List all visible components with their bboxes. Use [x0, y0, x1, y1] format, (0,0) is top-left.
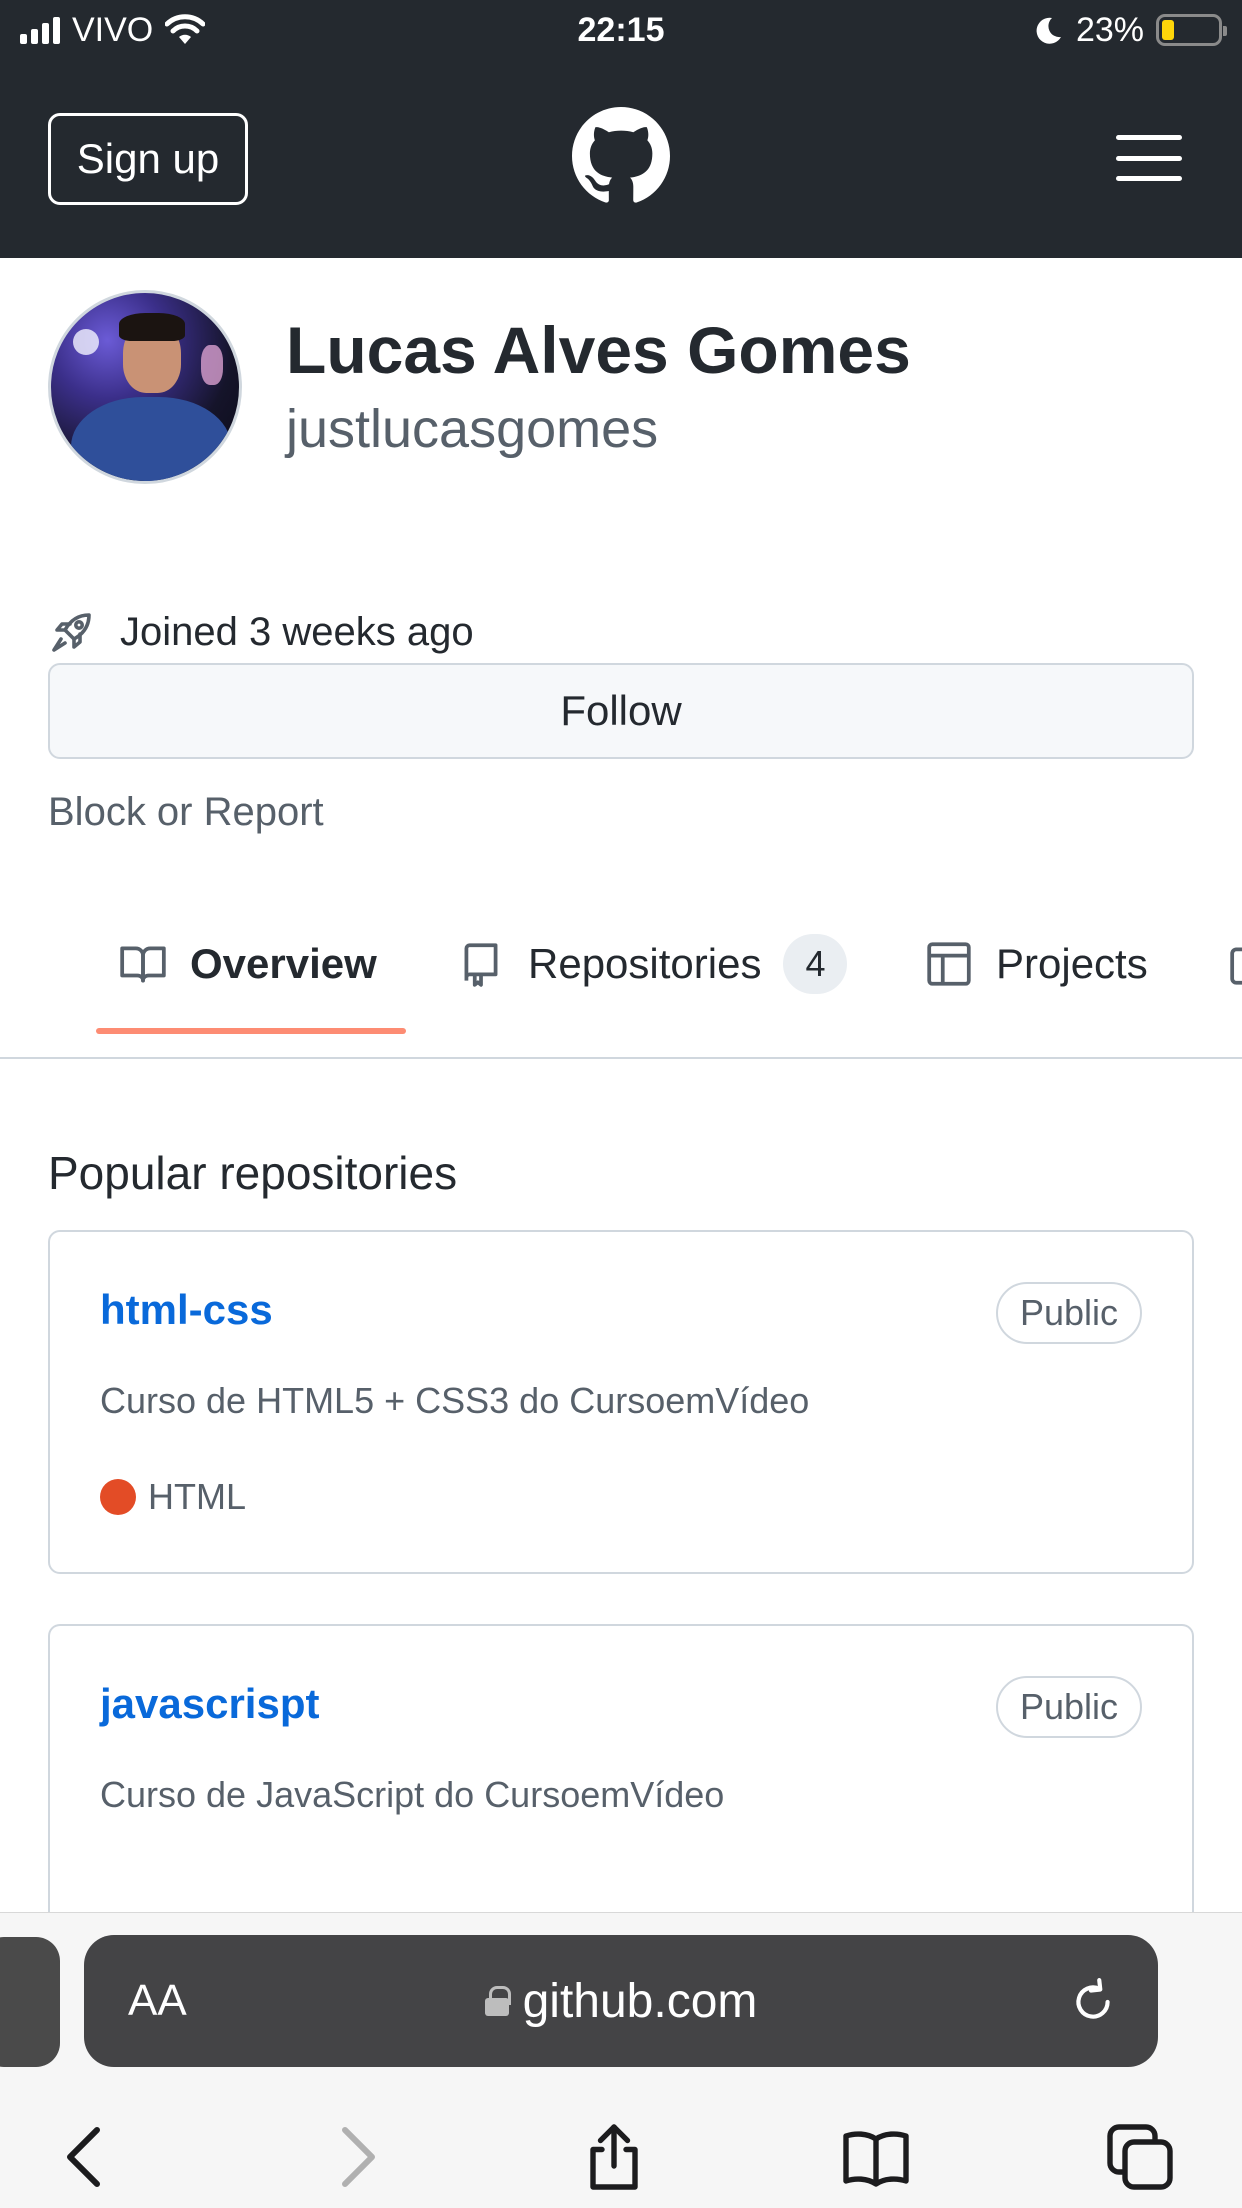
battery-icon — [1156, 14, 1227, 46]
safari-toolbar — [0, 2103, 1242, 2203]
profile-full-name: Lucas Alves Gomes — [286, 313, 911, 387]
repo-name-link[interactable]: javascrispt — [100, 1680, 319, 1728]
visibility-badge: Public — [995, 1282, 1142, 1344]
repo-card: html-css Public Curso de HTML5 + CSS3 do… — [48, 1230, 1194, 1574]
joined-info: Joined 3 weeks ago — [48, 608, 474, 656]
tab-repositories-label: Repositories — [528, 940, 762, 987]
block-or-report-link[interactable]: Block or Report — [48, 790, 324, 835]
table-icon — [927, 942, 971, 986]
back-icon[interactable] — [52, 2121, 124, 2193]
do-not-disturb-moon-icon — [1036, 17, 1061, 44]
github-mark-icon[interactable] — [572, 107, 670, 205]
forward-icon[interactable] — [318, 2121, 390, 2193]
github-header: Sign up — [0, 59, 1242, 258]
book-icon — [120, 946, 166, 983]
battery-percent: 23% — [1075, 10, 1144, 49]
tab-overview-label: Overview — [190, 940, 377, 987]
sign-up-button[interactable]: Sign up — [48, 113, 248, 205]
popular-repositories-heading: Popular repositories — [48, 1147, 458, 1199]
tab-overview[interactable]: Overview — [118, 932, 377, 996]
tabs-divider — [0, 1057, 1242, 1059]
repo-language-label: HTML — [148, 1476, 246, 1517]
battery-level-fill — [1162, 20, 1175, 40]
bookmarks-icon[interactable] — [840, 2121, 912, 2193]
repo-icon — [464, 943, 498, 987]
avatar[interactable] — [48, 290, 242, 484]
status-right: 23% — [1034, 10, 1227, 50]
lock-icon — [484, 1986, 511, 2016]
repo-card: javascrispt Public Curso de JavaScript d… — [48, 1624, 1194, 1924]
rocket-icon — [52, 613, 91, 652]
tab-projects-label: Projects — [996, 940, 1148, 987]
address-bar[interactable]: AA github.com — [84, 1935, 1158, 2067]
tab-repositories[interactable]: Repositories 4 — [456, 932, 848, 996]
selected-tab-underline — [96, 1028, 406, 1034]
hamburger-menu-icon[interactable] — [1116, 135, 1182, 181]
reload-icon[interactable] — [1068, 1977, 1118, 2027]
share-icon[interactable] — [578, 2121, 650, 2193]
tab-projects[interactable]: Projects — [924, 932, 1148, 996]
url-display[interactable]: github.com — [84, 1935, 1158, 2067]
repositories-count-badge: 4 — [783, 934, 848, 994]
repo-language: HTML — [100, 1476, 246, 1518]
language-color-dot — [100, 1479, 136, 1515]
joined-text: Joined 3 weeks ago — [120, 609, 474, 654]
repo-description: Curso de HTML5 + CSS3 do CursoemVídeo — [100, 1380, 810, 1421]
repo-description: Curso de JavaScript do CursoemVídeo — [100, 1774, 725, 1815]
visibility-badge: Public — [995, 1676, 1142, 1738]
package-icon — [1230, 947, 1242, 985]
tab-packages-partial[interactable] — [1228, 932, 1242, 996]
profile-tabs: Overview Repositories 4 Projects — [0, 900, 1242, 1060]
tabs-icon[interactable] — [1104, 2121, 1176, 2193]
profile-username: justlucasgomes — [286, 399, 659, 459]
follow-button[interactable]: Follow — [48, 663, 1194, 759]
previous-tab-preview[interactable] — [0, 1937, 60, 2067]
repo-name-link[interactable]: html-css — [100, 1286, 273, 1334]
url-text: github.com — [522, 1974, 758, 2028]
status-bar: VIVO 22:15 23% — [0, 0, 1242, 59]
safari-bottom-bar: AA github.com — [0, 1912, 1242, 2208]
